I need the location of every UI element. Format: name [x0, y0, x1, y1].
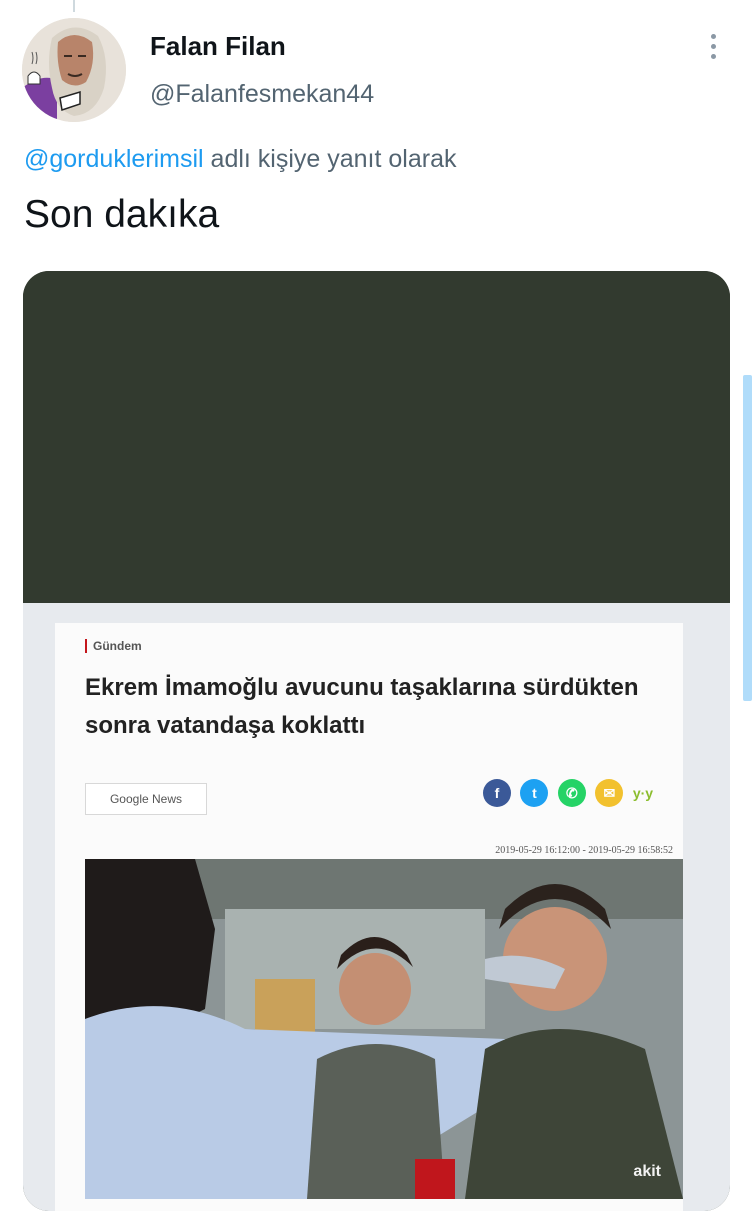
scrollbar[interactable]	[743, 375, 752, 701]
article-dates: 2019-05-29 16:12:00 - 2019-05-29 16:58:5…	[495, 845, 673, 856]
more-vertical-icon[interactable]	[706, 34, 720, 64]
article-photo: akit	[85, 859, 683, 1199]
email-icon: ✉	[595, 779, 624, 807]
news-article: Gündem Ekrem İmamoğlu avucunu taşakların…	[55, 623, 683, 1211]
author-display-name[interactable]: Falan Filan	[150, 31, 286, 62]
tweet-media[interactable]: Gündem Ekrem İmamoğlu avucunu taşakların…	[23, 271, 730, 1211]
reply-mention-link[interactable]: @gorduklerimsil	[24, 145, 204, 173]
photo-watermark: akit	[633, 1163, 661, 1180]
photo-image	[85, 859, 683, 1199]
avatar-image	[22, 18, 126, 122]
article-screenshot: Gündem Ekrem İmamoğlu avucunu taşakların…	[23, 603, 730, 1211]
thread-connector-line	[73, 0, 75, 12]
reply-context: @gorduklerimsil adlı kişiye yanıt olarak	[24, 145, 457, 174]
twitter-icon: t	[520, 779, 549, 807]
article-headline: Ekrem İmamoğlu avucunu taşaklarına sürdü…	[85, 674, 639, 739]
tweet-text: Son dakıka	[24, 193, 220, 236]
share-extra-icon: y·y	[632, 785, 654, 801]
author-handle[interactable]: @Falanfesmekan44	[150, 80, 374, 109]
whatsapp-icon: ✆	[557, 779, 586, 807]
media-dark-area	[23, 271, 730, 603]
reply-context-text: adlı kişiye yanıt olarak	[203, 145, 457, 173]
share-icons: f t ✆ ✉ y·y	[483, 779, 653, 809]
google-news-button: Google News	[85, 783, 207, 815]
avatar[interactable]	[22, 18, 126, 122]
facebook-icon: f	[483, 779, 511, 807]
article-category: Gündem	[85, 639, 142, 653]
